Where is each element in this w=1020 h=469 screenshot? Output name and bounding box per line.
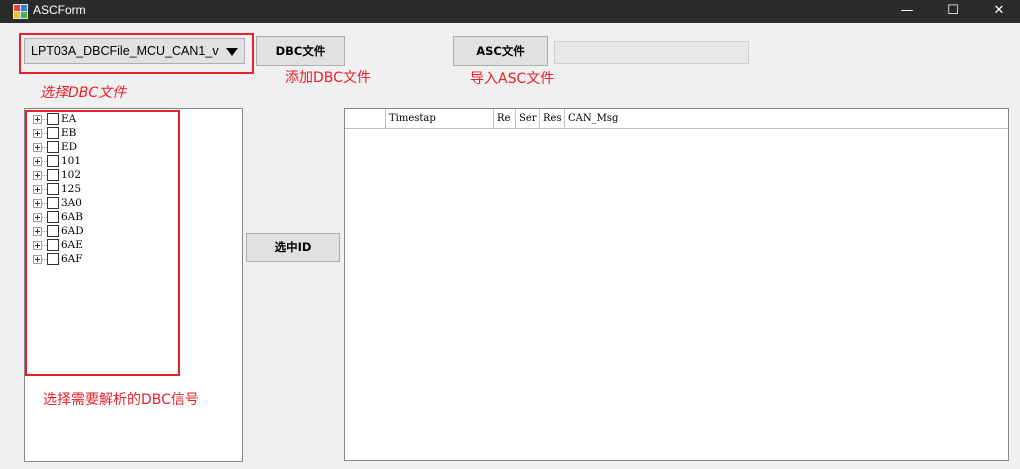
grid-column-header[interactable]: Res xyxy=(540,109,565,129)
title-bar: ASCForm — ☐ ✕ xyxy=(0,0,1020,23)
minimize-icon[interactable]: — xyxy=(884,0,930,23)
annotation-box-tree xyxy=(25,110,180,376)
grid-header: Timestap Re Ser Res CAN_Msg xyxy=(345,109,1008,129)
maximize-icon[interactable]: ☐ xyxy=(930,0,976,23)
grid-column-header[interactable]: CAN_Msg xyxy=(565,109,1008,129)
dbc-file-button[interactable]: DBC文件 xyxy=(256,36,345,66)
annotation-add-dbc: 添加DBC文件 xyxy=(285,70,371,86)
grid-column-header[interactable]: Ser xyxy=(516,109,540,129)
annotation-select-signals: 选择需要解析的DBC信号 xyxy=(43,392,199,408)
select-id-button[interactable]: 选中ID xyxy=(246,233,340,262)
asc-file-button[interactable]: ASC文件 xyxy=(453,36,548,66)
annotation-import-asc: 导入ASC文件 xyxy=(470,71,555,87)
annotation-box-combo xyxy=(19,33,254,74)
grid-column-header[interactable]: Re xyxy=(494,109,516,129)
message-grid[interactable]: Timestap Re Ser Res CAN_Msg xyxy=(344,108,1009,461)
close-icon[interactable]: ✕ xyxy=(976,0,1020,23)
asc-path-field[interactable] xyxy=(554,41,749,64)
app-icon xyxy=(13,4,28,19)
grid-column-header[interactable] xyxy=(345,109,386,129)
window-title: ASCForm xyxy=(33,3,86,17)
annotation-select-dbc: 选择DBC文件 xyxy=(40,85,127,101)
grid-column-header[interactable]: Timestap xyxy=(386,109,494,129)
